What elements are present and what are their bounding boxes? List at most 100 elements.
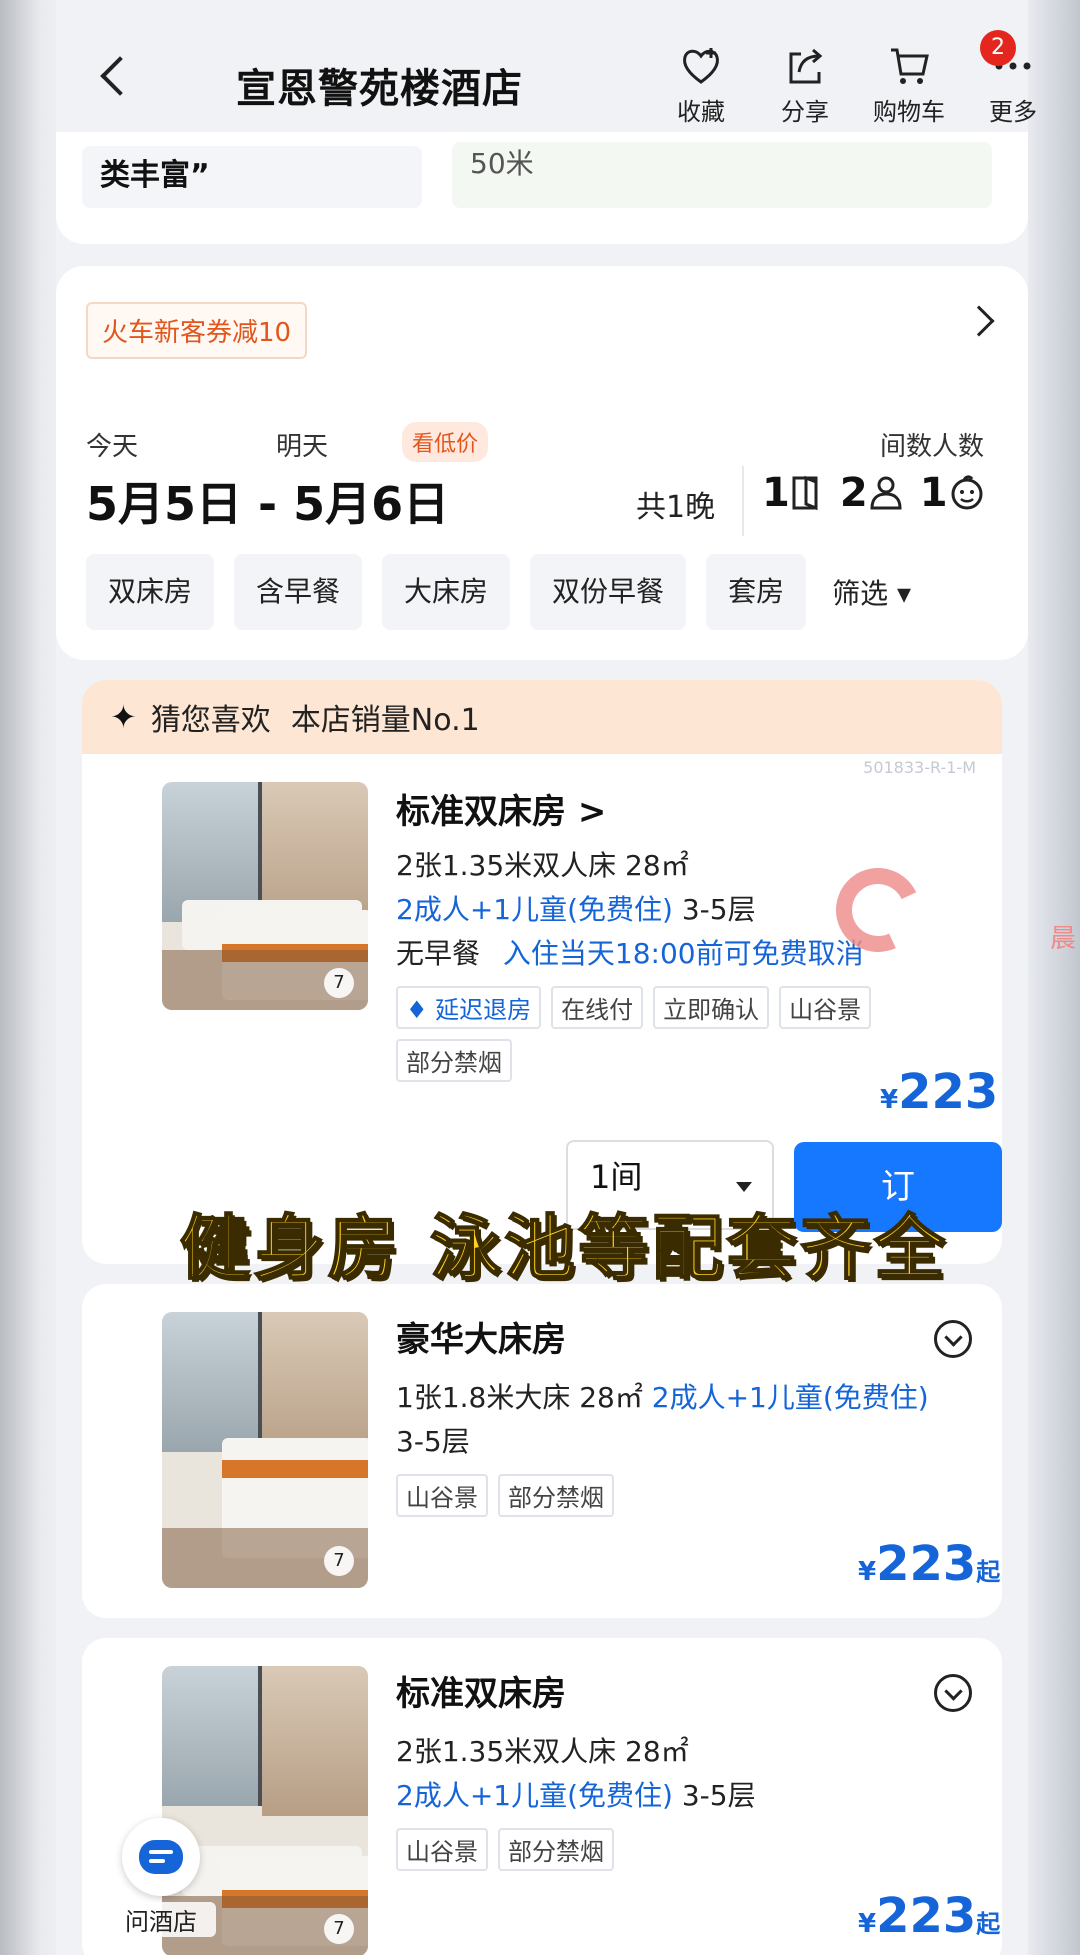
child-count: 1 xyxy=(919,470,948,516)
chat-icon xyxy=(122,1818,200,1896)
room-card[interactable]: 7 豪华大床房 1张1.8米大床 28㎡ 2成人+1儿童(免费住) 3-5层 山… xyxy=(82,1284,1002,1618)
page-title: 宣恩警苑楼酒店 xyxy=(236,66,523,112)
occupancy: 2成人+1儿童(免费住) xyxy=(651,1381,929,1414)
booking-options-card: 火车新客券减10 今天 明天 看低价 5月5日 - 5月6日 共1晚 间数人数 … xyxy=(56,266,1028,660)
nights-count: 共1晚 xyxy=(636,490,716,525)
currency-symbol: ¥ xyxy=(880,1085,899,1115)
tag-online-pay: 在线付 xyxy=(551,986,644,1029)
tag-instant-confirm: 立即确认 xyxy=(653,986,770,1029)
app-screen: 宣恩警苑楼酒店 收藏 分享 购物车 更多 2 类丰富” 50米 火车新客券减10… xyxy=(56,0,1076,1955)
photo-bed-runner xyxy=(222,1460,368,1478)
photo-count: 7 xyxy=(324,1546,354,1576)
filter-chip-suite[interactable]: 套房 xyxy=(706,554,807,630)
room-price: ¥223 xyxy=(880,1064,998,1120)
price-suffix: 起 xyxy=(976,1558,1001,1586)
cart-icon xyxy=(891,48,929,84)
occupancy-info: 2成人+1儿童(免费住) 3-5层 xyxy=(396,888,756,928)
room-count: 1 xyxy=(762,470,790,516)
currency-symbol: ¥ xyxy=(858,1557,877,1587)
low-price-tag[interactable]: 看低价 xyxy=(402,422,489,462)
room-card[interactable]: 7 标准双床房 2张1.35米双人床 28㎡ 2成人+1儿童(免费住) 3-5层… xyxy=(82,1638,1002,1955)
occupancy: 2成人+1儿童(免费住) xyxy=(396,893,673,926)
expand-chevron-icon[interactable] xyxy=(934,1674,972,1712)
bed-info: 2张1.35米双人床 28㎡ xyxy=(396,849,689,882)
room-price: ¥223起 xyxy=(858,1536,1000,1592)
tag-partial-nosmoke: 部分禁烟 xyxy=(498,1828,614,1871)
room-price: ¥223起 xyxy=(858,1888,1000,1944)
ask-hotel-label: 问酒店 xyxy=(106,1902,216,1937)
photo-wall xyxy=(262,1666,368,1816)
favorite-label: 收藏 xyxy=(677,98,725,126)
tag-partial-nosmoke: 部分禁烟 xyxy=(498,1474,614,1517)
recommended-room-card: ✦ 猜您喜欢 本店销量No.1 501833-R-1-M 7 标准双床房 > 2… xyxy=(82,680,1002,1264)
ask-hotel-button[interactable]: 问酒店 xyxy=(106,1818,216,1948)
price-suffix: 起 xyxy=(976,1910,1001,1938)
room-photo[interactable]: 7 xyxy=(162,1312,368,1588)
bed-info-text: 1张1.8米大床 28㎡ xyxy=(396,1381,643,1414)
caret-down-icon xyxy=(736,1182,752,1192)
expand-chevron-icon[interactable] xyxy=(934,1320,972,1358)
floors: 3-5层 xyxy=(396,1425,470,1458)
date-range[interactable]: 5月5日 - 5月6日 xyxy=(86,468,449,534)
guest-label: 间数人数 xyxy=(880,432,985,462)
occupancy: 2成人+1儿童(免费住) xyxy=(396,1779,673,1812)
side-watermark-char: 晨 xyxy=(1050,924,1077,954)
caret-down-icon: ▾ xyxy=(897,577,912,610)
room-photo[interactable]: 7 xyxy=(162,782,368,1010)
floors: 3-5层 xyxy=(681,893,756,926)
back-arrow-icon[interactable] xyxy=(100,56,140,96)
recommend-banner: ✦ 猜您喜欢 本店销量No.1 xyxy=(82,680,1002,754)
breakfast: 无早餐 xyxy=(396,937,481,970)
child-icon xyxy=(951,475,983,510)
filter-label: 筛选 xyxy=(832,577,889,610)
room-name-link[interactable]: 标准双床房 > xyxy=(396,784,606,833)
price-value: 223 xyxy=(898,1064,999,1120)
room-tags: ♦ 延迟退房 在线付 立即确认 山谷景 部分禁烟 xyxy=(396,986,916,1082)
filter-button[interactable]: 筛选 ▾ xyxy=(826,572,911,612)
chevron-right-icon[interactable] xyxy=(963,305,995,337)
filter-chip-twin[interactable]: 双床房 xyxy=(86,554,215,630)
photo-window xyxy=(162,1666,262,1806)
diamond-icon: ♦ xyxy=(406,996,428,1024)
divider xyxy=(742,466,744,536)
price-value: 223 xyxy=(876,1888,977,1944)
room-code: 501833-R-1-M xyxy=(863,758,976,777)
share-label: 分享 xyxy=(781,98,829,126)
coupon-badge[interactable]: 火车新客券减10 xyxy=(86,302,308,359)
guest-selector[interactable]: 1 2 1 xyxy=(762,470,1000,516)
quantity-value: 1间 xyxy=(590,1158,643,1196)
highlight-distance: 50米 xyxy=(452,142,992,208)
cart-label: 购物车 xyxy=(873,98,945,126)
hotel-highlights-card: 类丰富” 50米 xyxy=(56,132,1028,244)
policy-info: 无早餐 入住当天18:00前可免费取消 xyxy=(396,932,864,972)
filter-chip-king[interactable]: 大床房 xyxy=(382,554,511,630)
share-button[interactable]: 分享 xyxy=(760,46,850,127)
photo-window xyxy=(162,1312,262,1452)
occupancy-info: 2成人+1儿童(免费住) 3-5层 xyxy=(396,1774,756,1814)
filter-chip-double-breakfast[interactable]: 双份早餐 xyxy=(530,554,687,630)
recommend-label: 猜您喜欢 xyxy=(150,703,271,738)
checkin-label: 今天 xyxy=(86,432,139,462)
cart-button[interactable]: 购物车 xyxy=(864,46,954,127)
tag-partial-nosmoke: 部分禁烟 xyxy=(396,1039,512,1082)
room-tags: 山谷景 部分禁烟 xyxy=(396,1828,916,1871)
bed-info: 2张1.35米双人床 28㎡ xyxy=(396,1735,689,1768)
room-tags: 山谷景 部分禁烟 xyxy=(396,1474,916,1517)
heart-plus-icon xyxy=(683,48,719,84)
tag-valley-view: 山谷景 xyxy=(396,1474,488,1517)
share-icon xyxy=(789,48,823,84)
filter-chip-breakfast[interactable]: 含早餐 xyxy=(234,554,363,630)
tag-late-checkout-text: 延迟退房 xyxy=(435,996,532,1024)
sparkle-icon: ✦ xyxy=(110,698,137,736)
favorite-button[interactable]: 收藏 xyxy=(656,46,746,127)
more-button[interactable]: 更多 xyxy=(968,46,1058,127)
room-name: 豪华大床房 xyxy=(396,1320,566,1360)
cancel-policy: 入住当天18:00前可免费取消 xyxy=(502,937,864,970)
recommend-sub: 本店销量No.1 xyxy=(290,703,480,738)
currency-symbol: ¥ xyxy=(858,1909,877,1939)
photo-count: 7 xyxy=(324,968,354,998)
room-filter-bar: 双床房 含早餐 大床房 双份早餐 套房 筛选 ▾ xyxy=(86,554,911,630)
more-label: 更多 xyxy=(989,98,1037,126)
chat-bubble-icon xyxy=(139,1840,183,1874)
tag-valley-view: 山谷景 xyxy=(779,986,872,1029)
